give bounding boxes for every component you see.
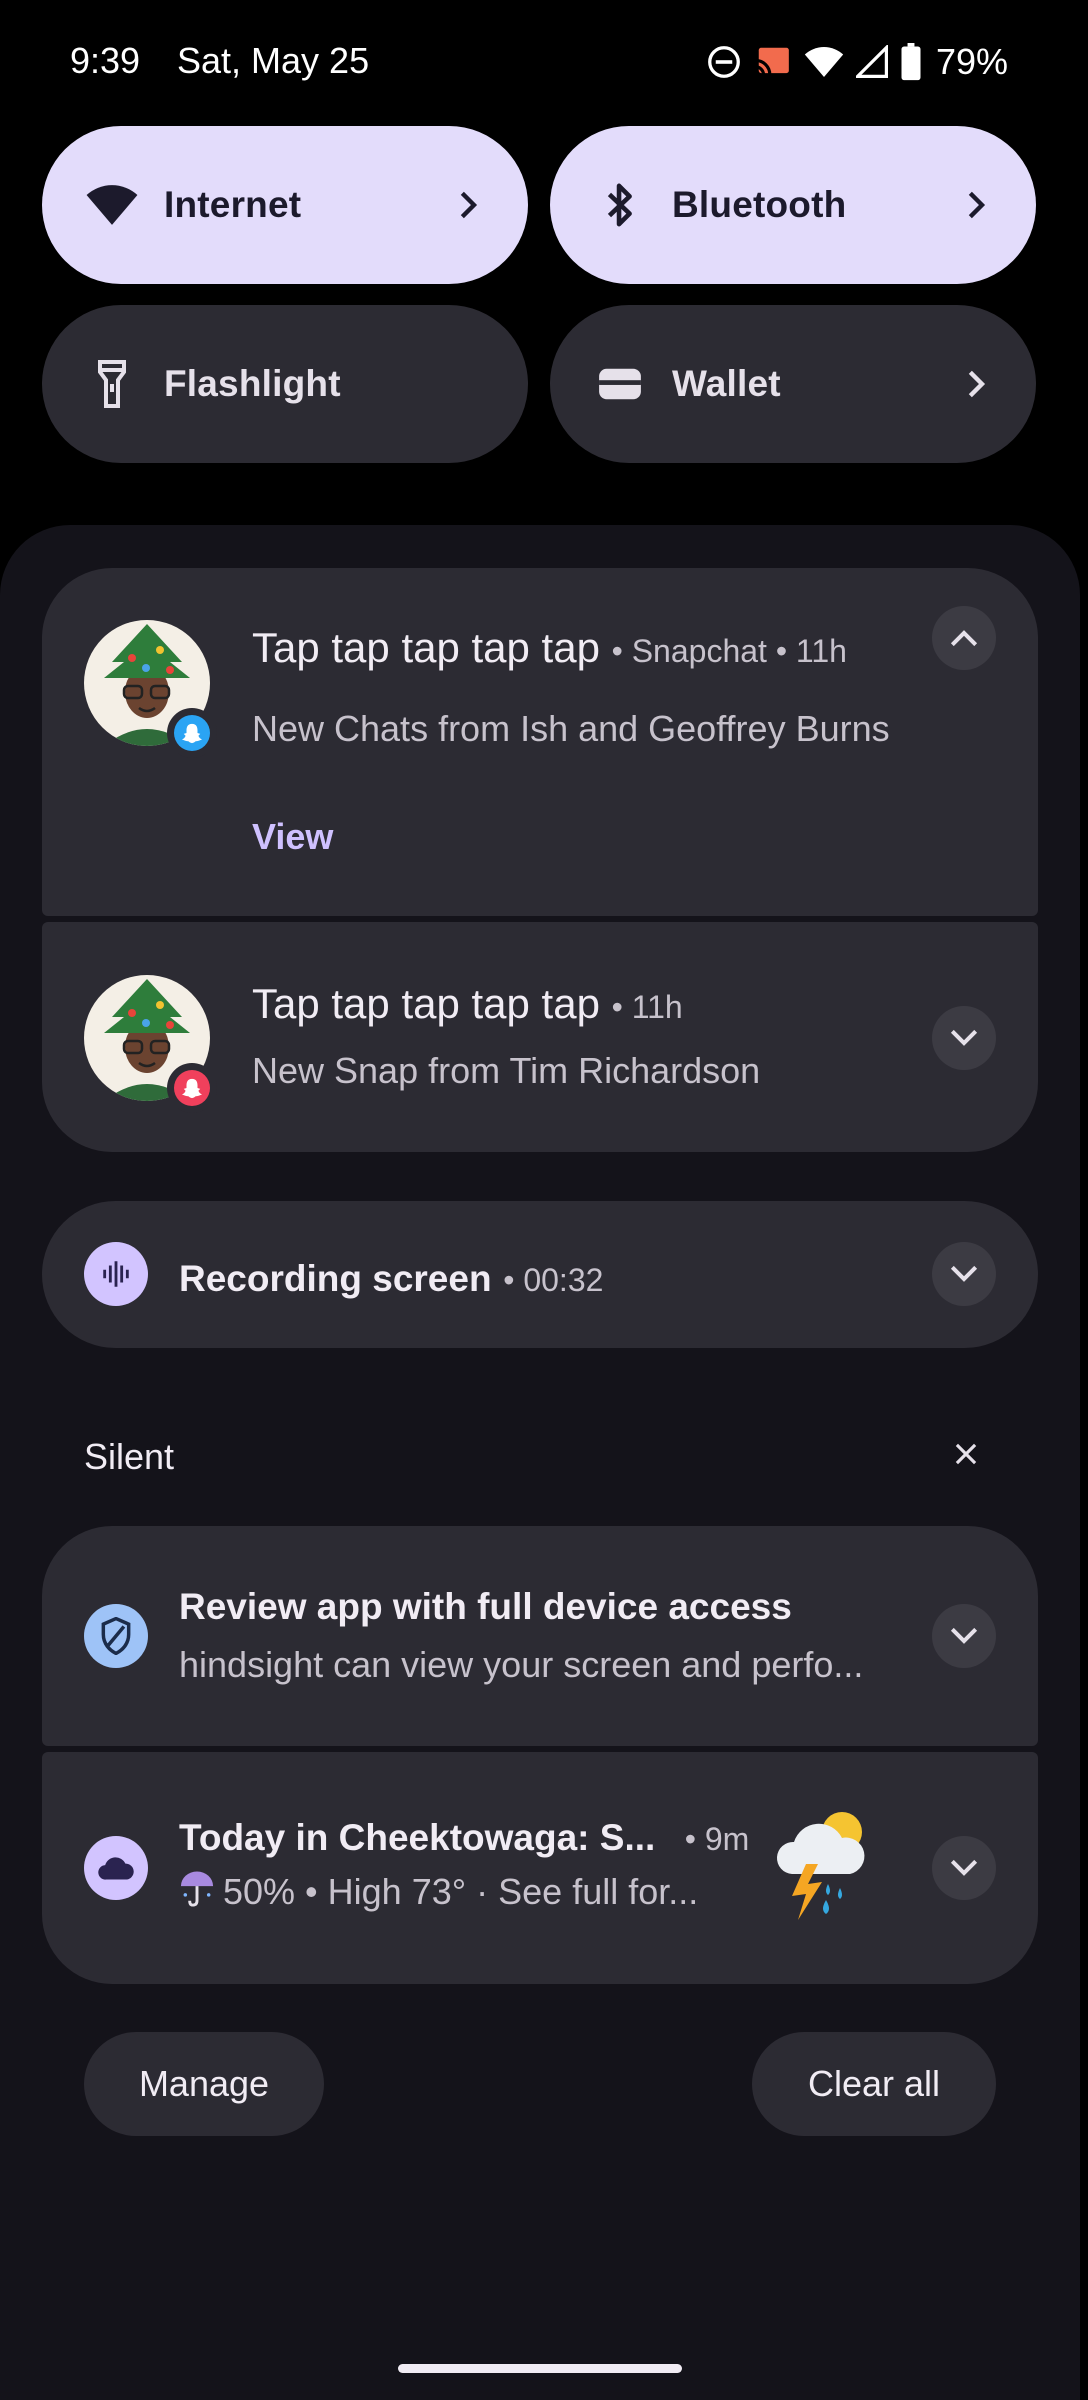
snapchat-badge: [167, 1063, 217, 1113]
expand-button[interactable]: [932, 1006, 996, 1070]
notification-text: 50% • High 73° · See full for...: [223, 1871, 699, 1912]
notification-text: New Chats from Ish and Geoffrey Burns: [252, 708, 890, 749]
ghost-icon: [181, 723, 203, 744]
status-date: Sat, May 25: [177, 40, 370, 81]
clear-all-button[interactable]: Clear all: [752, 2032, 996, 2136]
cast-icon: [754, 44, 792, 80]
shield-icon: [101, 1617, 131, 1655]
chevron-up-icon: [950, 630, 978, 647]
battery-icon: [900, 43, 922, 81]
notification-snapchat-chats[interactable]: Tap tap tap tap tap • Snapchat • 11h New…: [42, 568, 1038, 916]
snapchat-badge: [167, 708, 217, 758]
expand-button[interactable]: [932, 1836, 996, 1900]
weather-app-icon: [84, 1836, 148, 1900]
battery-percent: 79%: [935, 41, 1008, 82]
bluetooth-icon: [592, 177, 648, 233]
recording-title: Recording screen: [179, 1258, 492, 1299]
umbrella-icon: [179, 1870, 215, 1917]
wifi-icon: [804, 44, 844, 80]
tile-internet[interactable]: Internet: [42, 126, 528, 284]
notification-time: 9m: [704, 1821, 750, 1857]
view-action-button[interactable]: View: [252, 816, 333, 858]
clear-silent-button[interactable]: [944, 1432, 988, 1476]
chevron-down-icon: [950, 1029, 978, 1046]
notification-weather[interactable]: Today in Cheektowaga: S... • 9m 50% • Hi…: [42, 1752, 1038, 1984]
do-not-disturb-icon: [706, 44, 742, 80]
soundwave-icon: [103, 1261, 129, 1287]
tile-bluetooth-label: Bluetooth: [672, 184, 847, 225]
ghost-icon: [181, 1078, 203, 1099]
recording-title-row: Recording screen • 00:32: [179, 1258, 604, 1299]
expand-button[interactable]: [932, 1242, 996, 1306]
notification-snapchat-snap[interactable]: Tap tap tap tap tap • 11h New Snap from …: [42, 922, 1038, 1152]
tile-bluetooth[interactable]: Bluetooth: [550, 126, 1036, 284]
home-gesture-bar[interactable]: [398, 2364, 682, 2373]
tile-flashlight-label: Flashlight: [164, 363, 341, 404]
notification-title: Tap tap tap tap tap: [252, 980, 600, 1027]
notification-title-row: Tap tap tap tap tap • Snapchat • 11h: [252, 624, 847, 671]
thunderstorm-icon: [770, 1804, 880, 1924]
status-time: 9:39: [70, 40, 141, 81]
tile-internet-label: Internet: [164, 184, 302, 225]
chevron-right-icon: [962, 369, 992, 399]
security-app-icon: [84, 1604, 148, 1668]
notification-title-row: Tap tap tap tap tap • 11h: [252, 980, 683, 1027]
weather-title-row: Today in Cheektowaga: S... • 9m: [179, 1817, 750, 1858]
status-bar: 9:39 Sat, May 25 79%: [0, 0, 1088, 125]
weather-text-row: 50% • High 73° · See full for...: [179, 1870, 698, 1917]
notification-recording[interactable]: Recording screen • 00:32: [42, 1201, 1038, 1348]
chevron-right-icon: [962, 190, 992, 220]
status-icons: 79%: [706, 40, 1008, 84]
tile-flashlight[interactable]: Flashlight: [42, 305, 528, 463]
expand-button[interactable]: [932, 1604, 996, 1668]
collapse-button[interactable]: [932, 606, 996, 670]
tile-wallet-label: Wallet: [672, 363, 781, 404]
chevron-right-icon: [454, 190, 484, 220]
notification-time: 11h: [795, 633, 847, 669]
silent-section-header: Silent: [84, 1436, 175, 1477]
wifi-icon: [84, 177, 140, 233]
recording-app-icon: [84, 1242, 148, 1306]
notification-title: Today in Cheektowaga: S...: [179, 1817, 656, 1858]
wallet-icon: [592, 356, 648, 412]
cloud-icon: [98, 1857, 134, 1880]
cellular-signal-icon: [855, 45, 888, 79]
manage-button[interactable]: Manage: [84, 2032, 324, 2136]
notification-review-app[interactable]: Review app with full device access hinds…: [42, 1526, 1038, 1746]
flashlight-icon: [84, 356, 140, 412]
notification-time: 11h: [631, 989, 683, 1025]
notification-text: New Snap from Tim Richardson: [252, 1050, 761, 1091]
notification-app-name: Snapchat: [631, 633, 767, 669]
tile-wallet[interactable]: Wallet: [550, 305, 1036, 463]
chevron-down-icon: [950, 1627, 978, 1644]
notification-title: Review app with full device access: [179, 1586, 792, 1627]
chevron-down-icon: [950, 1265, 978, 1282]
close-icon: [955, 1443, 977, 1465]
notification-title: Tap tap tap tap tap: [252, 624, 600, 671]
chevron-down-icon: [950, 1859, 978, 1876]
recording-duration: 00:32: [523, 1262, 604, 1298]
notification-text: hindsight can view your screen and perfo…: [179, 1644, 864, 1685]
